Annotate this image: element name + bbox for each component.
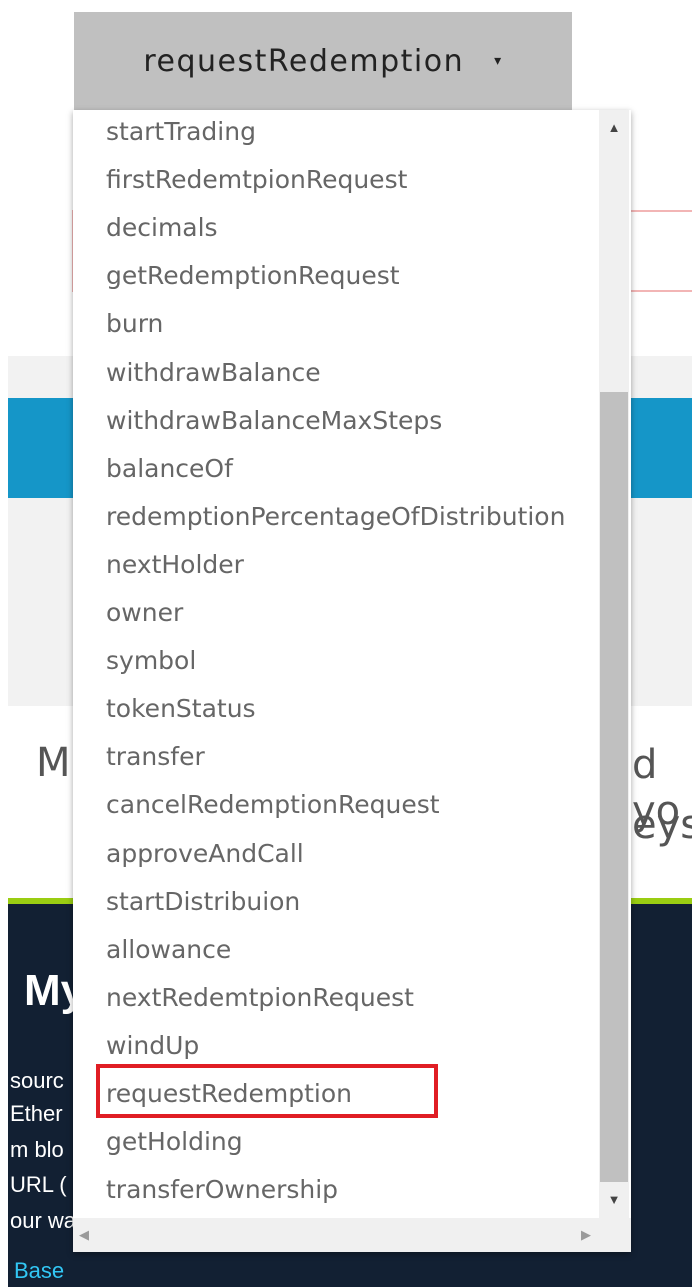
scroll-down-arrow-icon[interactable]: ▼ <box>599 1182 629 1218</box>
dropdown-option[interactable]: getHolding <box>106 1118 243 1166</box>
background-footer-text: m blo <box>10 1137 64 1162</box>
dropdown-option[interactable]: startDistribuion <box>106 878 300 926</box>
background-footer-text: our wa <box>10 1208 77 1233</box>
background-footer-text: Ether <box>10 1101 63 1126</box>
dropdown-option[interactable]: tokenStatus <box>106 685 256 733</box>
dropdown-option[interactable]: startTrading <box>106 110 256 156</box>
dropdown-option[interactable]: burn <box>106 300 163 348</box>
dropdown-option[interactable]: withdrawBalance <box>106 349 321 397</box>
dropdown-option[interactable]: owner <box>106 589 183 637</box>
dropdown-option[interactable]: requestRedemption <box>96 1064 438 1118</box>
dropdown-option[interactable]: decimals <box>106 204 218 252</box>
scroll-up-arrow-icon[interactable]: ▲ <box>599 110 629 146</box>
dropdown-option[interactable]: cancelRedemptionRequest <box>106 781 440 829</box>
function-dropdown-list[interactable]: startTrading firstRedemtpionRequest decima… <box>73 110 631 1252</box>
dropdown-option[interactable]: transferOwnership <box>106 1166 338 1214</box>
background-input-border <box>628 210 692 212</box>
background-footer-text: sourc <box>10 1068 64 1093</box>
dropdown-option[interactable]: redemptionPercentageOfDistribution <box>106 493 565 541</box>
function-select-label: requestRedemption <box>143 43 465 79</box>
dropdown-option-label: requestRedemption <box>106 1079 353 1108</box>
dropdown-option[interactable]: balanceOf <box>106 445 233 493</box>
scrollbar-thumb[interactable] <box>600 392 628 1182</box>
dropdown-option[interactable]: nextHolder <box>106 541 244 589</box>
caret-down-icon: ▾ <box>494 53 503 69</box>
background-text: M <box>36 740 71 786</box>
background-footer-text: URL ( r <box>10 1172 81 1197</box>
dropdown-option[interactable]: approveAndCall <box>106 830 304 878</box>
scroll-right-arrow-icon[interactable]: ▶ <box>581 1218 591 1252</box>
horizontal-scrollbar[interactable]: ◀ ▶ <box>73 1218 599 1252</box>
dropdown-option[interactable]: withdrawBalanceMaxSteps <box>106 397 442 445</box>
dropdown-option[interactable]: nextRedemtpionRequest <box>106 974 414 1022</box>
dropdown-option[interactable]: symbol <box>106 637 196 685</box>
dropdown-option[interactable]: allowance <box>106 926 231 974</box>
background-text: eys <box>632 802 692 848</box>
scroll-left-arrow-icon[interactable]: ◀ <box>79 1218 89 1252</box>
scrollbar-corner <box>599 1218 631 1252</box>
dropdown-option[interactable]: getRedemptionRequest <box>106 252 400 300</box>
dropdown-option[interactable]: firstRedemtpionRequest <box>106 156 407 204</box>
vertical-scrollbar[interactable]: ▲ ▼ <box>599 110 629 1218</box>
function-select-button[interactable]: requestRedemption ▾ <box>74 12 572 110</box>
dropdown-option[interactable]: transfer <box>106 733 205 781</box>
background-input-border <box>628 290 692 292</box>
background-footer-link[interactable]: Base <box>14 1258 64 1284</box>
dropdown-option[interactable]: windUp <box>106 1022 199 1070</box>
